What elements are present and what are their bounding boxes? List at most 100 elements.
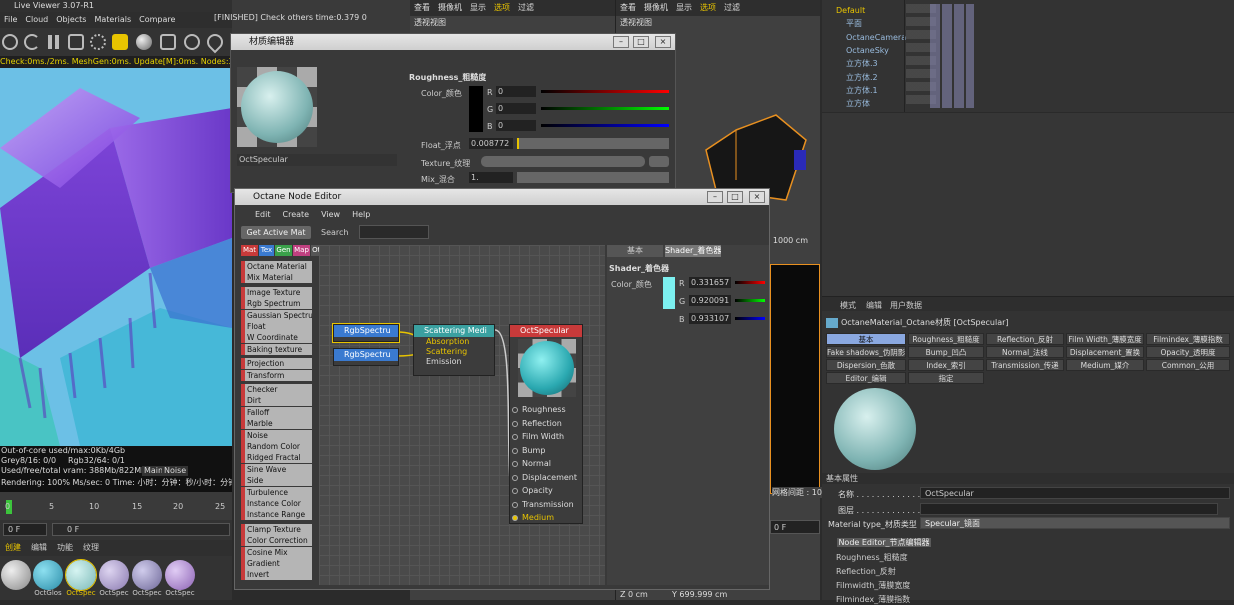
tab-function[interactable]: 功能 <box>52 540 78 556</box>
node-list-item[interactable]: Ridged Fractal <box>241 452 312 464</box>
frame-input[interactable]: 0 F <box>3 523 47 536</box>
material-thumb-3[interactable] <box>65 559 97 591</box>
check-reflection[interactable]: Reflection_反射 <box>836 566 896 577</box>
tab-texture[interactable]: 纹理 <box>78 540 104 556</box>
port-pin[interactable] <box>512 407 518 413</box>
float-input[interactable]: 0.008772 <box>469 138 513 149</box>
menu-objects[interactable]: Objects <box>52 12 90 28</box>
ne-menu-help[interactable]: Help <box>346 208 376 222</box>
port-pin[interactable] <box>512 501 518 508</box>
lock-icon[interactable] <box>112 34 128 50</box>
ne-close-button[interactable]: × <box>749 191 765 203</box>
attribute-tab[interactable]: Normal_法线 <box>986 346 1064 358</box>
tab-noise[interactable]: Noise <box>162 466 189 476</box>
node-list-item[interactable]: Checker <box>241 384 312 395</box>
check-roughness[interactable]: Roughness_粗糙度 <box>836 552 908 563</box>
node-list-item[interactable]: Image Texture <box>241 286 312 298</box>
layer-field[interactable] <box>920 503 1218 515</box>
node-list-item[interactable]: Color Correction <box>241 535 312 547</box>
vp-left-filter[interactable]: 过滤 <box>514 0 538 16</box>
ne-menu-view[interactable]: View <box>315 208 346 222</box>
menu-compare[interactable]: Compare <box>135 12 179 28</box>
timeline[interactable]: 0 5 10 15 20 25 <box>0 492 232 520</box>
material-type-select[interactable]: Specular_镜面 <box>920 517 1230 529</box>
pause-icon[interactable] <box>46 34 62 50</box>
tab-edit[interactable]: 编辑 <box>26 540 52 556</box>
g-slider[interactable] <box>541 107 669 110</box>
menu-mode[interactable]: 模式 <box>840 300 856 311</box>
vp-right-view[interactable]: 查看 <box>616 0 640 16</box>
port-row[interactable]: Reflection <box>510 417 582 431</box>
shader-b-input[interactable]: 0.933107 <box>689 313 731 324</box>
material-thumb-2[interactable] <box>33 560 63 590</box>
ne-menu-edit[interactable]: Edit <box>249 208 277 222</box>
material-thumb-5[interactable] <box>132 560 162 590</box>
shader-r-input[interactable]: 0.331657 <box>689 277 731 288</box>
picker-icon[interactable] <box>160 34 176 50</box>
vp-right-options[interactable]: 选项 <box>696 0 720 16</box>
render-view[interactable] <box>0 68 232 446</box>
node-list-item[interactable]: Baking texture <box>241 343 312 355</box>
attribute-tab[interactable]: Fake shadows_伪阴影 <box>826 346 906 358</box>
tag-icons[interactable] <box>930 4 974 108</box>
node-list-item[interactable]: Falloff <box>241 406 312 418</box>
mix-slider[interactable] <box>517 172 669 183</box>
menu-file[interactable]: File <box>0 12 21 28</box>
node-list-item[interactable]: Cosine Mix <box>241 546 312 558</box>
object-row-cube3[interactable]: 立方体.3 <box>822 57 1234 70</box>
node-rgb-spectrum-2[interactable]: RgbSpectru <box>333 348 399 366</box>
port-row[interactable]: Displacement <box>510 471 582 485</box>
focus-icon[interactable] <box>184 34 200 50</box>
node-list-item[interactable]: Float <box>241 321 312 332</box>
port-pin[interactable] <box>512 420 518 427</box>
node-list-item[interactable]: Turbulence <box>241 486 312 498</box>
menu-user-data[interactable]: 用户数据 <box>890 300 922 311</box>
tab-shader[interactable]: Shader_着色器 <box>665 245 721 257</box>
attribute-tab[interactable]: Filmindex_薄膜指数 <box>1146 333 1230 345</box>
name-field[interactable]: OctSpecular <box>920 487 1230 499</box>
attribute-tab[interactable]: Common_公用 <box>1146 359 1230 371</box>
port-absorption[interactable]: Absorption <box>414 337 494 347</box>
gear-icon[interactable] <box>2 34 18 50</box>
category-tab[interactable]: Map <box>293 245 310 256</box>
node-octspecular[interactable]: OctSpecular Roughness Reflection Film Widt… <box>509 324 583 524</box>
node-list-item[interactable]: Mix Material <box>241 272 312 284</box>
menu-edit[interactable]: 编辑 <box>866 300 882 311</box>
node-list-item[interactable]: Transform <box>241 369 312 381</box>
node-list-item[interactable]: Sine Wave <box>241 463 312 475</box>
attribute-tab[interactable]: Reflection_反射 <box>986 333 1064 345</box>
ne-minimize-button[interactable]: – <box>707 191 723 203</box>
port-scattering[interactable]: Scattering <box>414 347 494 357</box>
object-row-default[interactable]: Default <box>822 4 1234 17</box>
object-row-plane[interactable]: 平面 <box>822 17 1234 30</box>
node-list-item[interactable]: Projection <box>241 358 312 370</box>
sphere-preview-icon[interactable] <box>136 34 152 50</box>
node-rgb-spectrum-1[interactable]: RgbSpectru <box>332 323 400 343</box>
node-list-item[interactable]: Rgb Spectrum <box>241 298 312 310</box>
node-scattering-medium[interactable]: Scattering Medi Absorption Scattering Em… <box>413 324 495 376</box>
shader-g-input[interactable]: 0.920091 <box>689 295 731 306</box>
category-tab[interactable]: Gen <box>275 245 292 256</box>
node-editor-button[interactable]: Node Editor_节点编辑器 <box>836 537 932 548</box>
node-list-item[interactable]: Marble <box>241 418 312 430</box>
attribute-tab[interactable]: 基本 <box>826 333 906 345</box>
node-list-item[interactable]: Gradient <box>241 558 312 569</box>
ne-maximize-button[interactable]: □ <box>727 191 743 203</box>
port-pin[interactable] <box>512 434 518 440</box>
port-pin[interactable] <box>512 474 518 481</box>
shader-b-slider[interactable] <box>735 317 765 320</box>
get-active-mat-button[interactable]: Get Active Mat <box>241 226 311 239</box>
port-pin[interactable] <box>512 488 518 494</box>
node-list-item[interactable]: Instance Range <box>241 509 312 521</box>
tab-create[interactable]: 创建 <box>0 540 26 556</box>
category-tab[interactable]: Mat <box>241 245 258 256</box>
material-name-field[interactable]: OctSpecular <box>237 154 397 166</box>
texture-slot[interactable] <box>481 156 645 167</box>
vp-right-filter[interactable]: 过滤 <box>720 0 744 16</box>
port-row[interactable]: Medium <box>510 511 582 525</box>
node-list-item[interactable]: Octane Material <box>241 261 312 272</box>
port-row[interactable]: Roughness <box>510 403 582 417</box>
vp-left-options[interactable]: 选项 <box>490 0 514 16</box>
vp-right-camera[interactable]: 摄像机 <box>640 0 672 16</box>
category-tab[interactable]: Tex <box>259 245 274 256</box>
